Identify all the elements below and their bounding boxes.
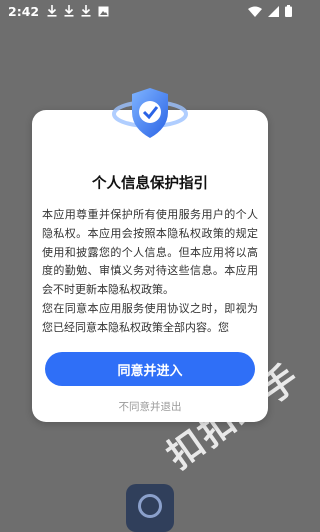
- body-paragraph: 您在同意本应用服务使用协议之时，即视为您已经同意本隐私权政策全部内容。您: [42, 301, 258, 334]
- shield-check-icon: [112, 88, 188, 138]
- download-icon: [81, 5, 91, 17]
- status-time: 2:42: [8, 3, 40, 19]
- dialog-title: 个人信息保护指引: [92, 176, 208, 192]
- dialog-body[interactable]: 本应用尊重并保护所有使用服务用户的个人隐私权。本应用会按照本隐私权政策的规定使用…: [42, 206, 258, 354]
- system-icons: [248, 5, 292, 17]
- download-icon: [47, 5, 57, 17]
- decline-button[interactable]: 不同意并退出: [32, 399, 268, 414]
- battery-icon: [285, 5, 292, 17]
- status-bar: 2:42: [0, 0, 300, 22]
- download-icon: [64, 5, 74, 17]
- wifi-icon: [248, 6, 262, 17]
- signal-icon: [268, 5, 279, 17]
- app-logo-icon: [126, 484, 174, 532]
- notification-icons: [47, 5, 109, 17]
- privacy-dialog: 个人信息保护指引 本应用尊重并保护所有使用服务用户的个人隐私权。本应用会按照本隐…: [32, 110, 268, 422]
- agree-button[interactable]: 同意并进入: [45, 352, 255, 386]
- image-icon: [98, 6, 109, 16]
- body-paragraph: 本应用尊重并保护所有使用服务用户的个人隐私权。本应用会按照本隐私权政策的规定使用…: [42, 208, 258, 297]
